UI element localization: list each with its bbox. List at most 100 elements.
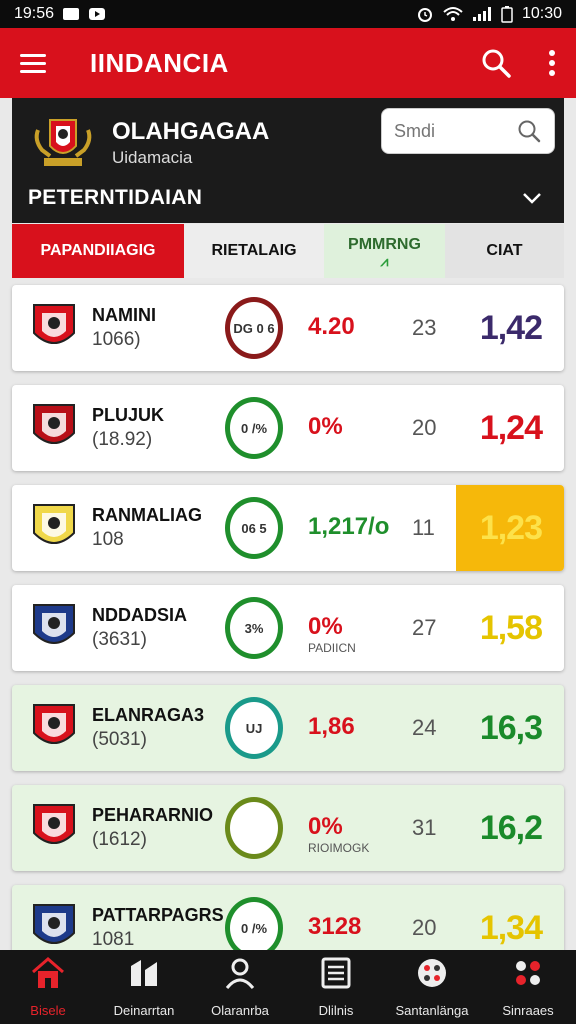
form-ring xyxy=(225,797,283,859)
tab-bar: PAPANDIIAGIG RIETALAIG PMMRNG ⩘ CIAT xyxy=(12,224,564,278)
team-row[interactable]: ELANRAGA3 (5031) UJ 1,86 24 16,3 xyxy=(12,685,564,771)
team-name: PLUJUK xyxy=(92,405,165,425)
tab-standings[interactable]: PAPANDIIAGIG xyxy=(12,224,184,278)
search-icon[interactable] xyxy=(516,118,542,144)
notification-icon xyxy=(63,8,80,20)
tab-results[interactable]: RIETALAIG xyxy=(184,224,324,278)
alarm-icon xyxy=(417,8,432,22)
nav-item-person[interactable]: Olaranrba xyxy=(192,950,288,1024)
team-stat: 1,86 xyxy=(308,713,355,740)
team-count: 20 xyxy=(412,415,437,440)
team-year: (5031) xyxy=(92,729,147,750)
team-stat-sub: PADIICN xyxy=(308,641,356,655)
team-badge-icon xyxy=(33,804,75,844)
form-ring: 06 5 xyxy=(225,497,283,559)
team-score: 1,24 xyxy=(479,409,543,447)
team-year: 1066) xyxy=(92,329,141,350)
nav-item-list[interactable]: Dlilnis xyxy=(288,950,384,1024)
nav-item-label: Sinraaes xyxy=(502,1003,554,1018)
nav-item-label: Dlilnis xyxy=(318,1003,354,1018)
form-ring-text: 0 /% xyxy=(240,420,267,436)
team-row[interactable]: PLUJUK (18.92) 0 /% 0% 20 1,24 xyxy=(12,385,564,471)
form-ring: 0 /% xyxy=(225,397,283,459)
tab-stats[interactable]: CIAT xyxy=(445,224,564,278)
form-ring-text: DG 0 6 xyxy=(233,320,275,336)
club-header: OLAHGAGAA Uidamacia PETERNTIDAIAN xyxy=(12,98,564,223)
team-score: 1,34 xyxy=(479,909,543,947)
menu-icon[interactable] xyxy=(20,46,54,80)
form-ring-text: 06 5 xyxy=(241,520,267,536)
form-ring-text: UJ xyxy=(245,720,263,736)
app-title: IINDANCIA xyxy=(90,47,229,78)
battery-icon xyxy=(501,6,513,23)
form-ring: DG 0 6 xyxy=(225,297,283,359)
team-badge-icon xyxy=(33,304,75,344)
play-icon xyxy=(89,8,106,20)
team-name: NAMINI xyxy=(92,305,156,325)
search-field[interactable] xyxy=(381,108,555,154)
team-row[interactable]: RANMALIAG 108 06 5 1,217/o 11 1,23 xyxy=(12,485,564,571)
team-year: (18.92) xyxy=(92,429,153,450)
team-year: 108 xyxy=(92,529,124,550)
search-input[interactable] xyxy=(394,120,504,142)
team-stat: 0% xyxy=(308,613,343,640)
status-bar: 19:56 10:30 xyxy=(0,0,576,28)
signal-icon xyxy=(472,7,491,21)
club-crest-icon xyxy=(34,119,92,166)
more-options-icon[interactable] xyxy=(548,49,556,77)
team-stat: 0% xyxy=(308,813,343,840)
team-row[interactable]: PEHARARNIO (1612) 0% RIOIMOGK 31 16,2 xyxy=(12,785,564,871)
team-stat: 0% xyxy=(308,413,343,440)
team-name: PEHARARNIO xyxy=(92,805,214,825)
team-name: RANMALIAG xyxy=(92,505,202,525)
team-row[interactable]: NAMINI 1066) DG 0 6 4.20 23 1,42 xyxy=(12,285,564,371)
team-year: 1081 xyxy=(92,929,135,950)
team-name: ELANRAGA3 xyxy=(92,705,205,725)
team-stat: 1,217/o xyxy=(308,513,390,540)
team-row[interactable]: NDDADSIA (3631) 3% 0% PADIICN 27 1,58 xyxy=(12,585,564,671)
nav-item-transfer[interactable]: Deinarrtan xyxy=(96,950,192,1024)
form-ring: 3% xyxy=(225,597,283,659)
team-count: 11 xyxy=(412,515,435,540)
club-subtitle: Uidamacia xyxy=(112,148,193,167)
team-count: 31 xyxy=(412,815,437,840)
team-badge-icon xyxy=(33,504,75,544)
team-stat: 4.20 xyxy=(308,313,355,340)
team-year: (3631) xyxy=(92,629,147,650)
grid-icon xyxy=(511,956,545,993)
team-year: (1612) xyxy=(92,829,147,850)
form-ring: UJ xyxy=(225,697,283,759)
club-name: OLAHGAGAA xyxy=(112,118,270,145)
transfer-icon xyxy=(127,956,161,993)
form-ring-text: 3% xyxy=(244,620,264,636)
tab-ranking[interactable]: PMMRNG ⩘ xyxy=(324,224,445,278)
team-score: 16,2 xyxy=(479,809,543,847)
person-icon xyxy=(223,956,257,993)
team-name: PATTARPAGRS xyxy=(92,905,224,925)
nav-item-label: Santanlänga xyxy=(395,1003,469,1018)
app-bar: IINDANCIA xyxy=(0,28,576,98)
team-name: NDDADSIA xyxy=(92,605,188,625)
bottom-navigation: Bisele Deinarrtan Olaranrba Dlilnis Santanlä… xyxy=(0,950,576,1024)
nav-item-home[interactable]: Bisele xyxy=(0,950,96,1024)
home-icon xyxy=(30,956,66,993)
team-count: 24 xyxy=(412,715,437,740)
chevron-down-icon[interactable] xyxy=(520,186,544,210)
team-score: 1,42 xyxy=(479,309,543,347)
nav-item-ball[interactable]: Santanlänga xyxy=(384,950,480,1024)
ball-icon xyxy=(415,956,449,993)
season-selector-label[interactable]: PETERNTIDAIAN xyxy=(28,186,202,210)
list-icon xyxy=(319,956,353,993)
team-count: 20 xyxy=(412,915,437,940)
trend-up-icon: ⩘ xyxy=(380,253,389,269)
team-score: 1,23 xyxy=(479,509,543,547)
form-ring-text: 0 /% xyxy=(240,920,267,936)
team-badge-icon xyxy=(33,704,75,744)
search-icon[interactable] xyxy=(480,47,512,79)
nav-item-grid[interactable]: Sinraaes xyxy=(480,950,576,1024)
team-badge-icon xyxy=(33,604,75,644)
wifi-icon xyxy=(443,7,463,21)
team-score: 1,58 xyxy=(479,609,543,647)
team-count: 23 xyxy=(412,315,437,340)
team-badge-icon xyxy=(33,904,75,944)
